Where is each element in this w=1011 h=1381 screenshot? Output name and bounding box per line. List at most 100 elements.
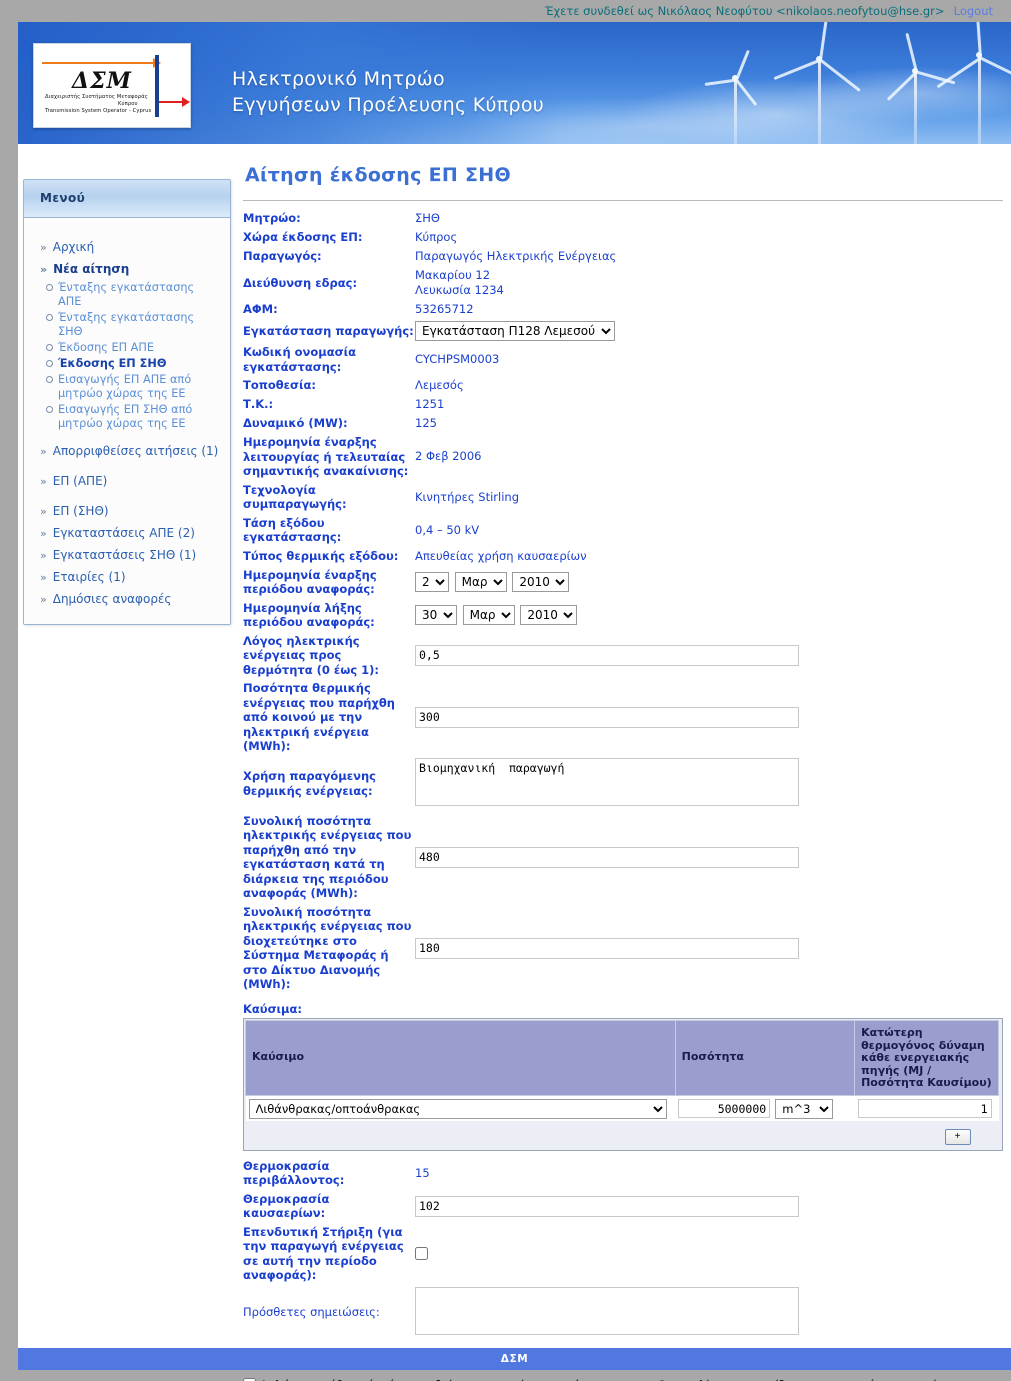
startdate-label: Ημερομηνία έναρξης λειτουργίας ή τελευτα… (243, 435, 409, 478)
period-start-year-select[interactable]: 2010 (512, 572, 570, 592)
sidebar-subitem-label: Ένταξης εγκατάστασης ΣΗΘ (58, 311, 195, 338)
sidebar-subitem-import-go-rse[interactable]: Εισαγωγής ΕΠ ΑΠΕ από μητρώο χώρας της ΕΕ (24, 372, 230, 402)
chevron-double-right-icon: » (40, 527, 47, 540)
period-start-month-select[interactable]: Μαρ (454, 572, 507, 592)
sidebar-subitem-label: Εισαγωγής ΕΠ ΣΗΘ από μητρώο χώρας της ΕΕ (58, 403, 193, 430)
calorific-cell (854, 1095, 999, 1121)
sidebar-item-public-reports[interactable]: » Δημόσιες αναφορές (24, 588, 230, 610)
chevron-double-right-icon: » (40, 445, 47, 458)
sidebar-subitem-issue-go-chp[interactable]: Έκδοσης ΕΠ ΣΗΘ (24, 356, 230, 372)
logo-subtitle-line3: Transmission System Operator - Cyprus (45, 108, 152, 114)
sidebar-subitem-import-go-chp[interactable]: Εισαγωγής ΕΠ ΣΗΘ από μητρώο χώρας της ΕΕ (24, 402, 230, 432)
sidebar-item-home[interactable]: » Αρχική (24, 236, 230, 258)
site-footer: ΔΣΜ (18, 1348, 1011, 1370)
site-banner: ΔΣΜ Διαχειριστής Συστήματος Μεταφοράς Κύ… (18, 22, 1011, 144)
calorific-value-input[interactable] (857, 1099, 992, 1119)
address-line1: Μακαρίου 12 (415, 268, 491, 282)
sidebar-item-label: Εγκαταστάσεις ΣΗΘ (1) (52, 548, 197, 562)
add-fuel-row-button[interactable]: + (944, 1128, 971, 1145)
ratio-input[interactable] (415, 644, 799, 666)
form-row-heatuse: Χρήση παραγόμενης θερμικής ενέργειας: Βι… (243, 756, 1005, 812)
application-form-table-bottom: Θερμοκρασία περιβάλλοντος: 15 Θερμοκρασί… (243, 1157, 1005, 1341)
form-row-postcode: Τ.Κ.: 1251 (243, 395, 1005, 414)
total-grid-input[interactable] (415, 937, 799, 959)
fuel-cell: Λιθάνθρακας/οπτοάνθρακας (245, 1095, 676, 1121)
period-end-day-select[interactable]: 30 (415, 605, 457, 625)
blue-bar-icon (155, 55, 159, 117)
sidebar-item-installations-rse[interactable]: » Εγκαταστάσεις ΑΠΕ (2) (24, 522, 230, 544)
form-row-period-start: Ημερομηνία έναρξης περιόδου αναφοράς: 2 … (243, 566, 1005, 599)
capacity-value: 125 (415, 416, 437, 430)
form-row-period-end: Ημερομηνία λήξης περιόδου αναφοράς: 30 Μ… (243, 599, 1005, 632)
heat-quantity-input[interactable] (415, 706, 799, 728)
chevron-double-right-icon: » (40, 475, 47, 488)
sidebar-subitem-rse-registration[interactable]: Ένταξης εγκατάστασης ΑΠΕ (24, 280, 230, 310)
period-start-day-select[interactable]: 2 (415, 572, 449, 592)
fuel-unit-select[interactable]: m^3 (775, 1098, 834, 1119)
country-label: Χώρα έκδοσης ΕΠ: (243, 230, 363, 245)
page-title: Αίτηση έκδοσης ΕΠ ΣΗΘ (245, 164, 511, 186)
form-row-heattype: Τύπος θερμικής εξόδου: Απευθείας χρήση κ… (243, 547, 1005, 566)
sidebar-subitem-chp-registration[interactable]: Ένταξης εγκατάστασης ΣΗΘ (24, 310, 230, 340)
form-row-totalprod: Συνολική ποσότητα ηλεκτρικής ενέργειας π… (243, 812, 1005, 903)
producer-value: Παραγωγός Ηλεκτρικής Ενέργειας (415, 249, 617, 263)
declaration-row: Δηλώνω υπεύθυνα ότι έχω προβεί στις απαρ… (243, 1377, 1005, 1381)
total-production-input[interactable] (415, 846, 799, 868)
logged-in-user-text: Έχετε συνδεθεί ως Νικόλαος Νεοφύτου <nik… (544, 4, 945, 18)
installation-select[interactable]: Εγκατάσταση Π128 Λεμεσού (415, 321, 615, 341)
form-row-vat: ΑΦΜ: 53265712 (243, 300, 1005, 319)
form-row-support: Επενδυτική Στήριξη (για την παραγωγή ενέ… (243, 1223, 1005, 1285)
bullet-circle-icon (46, 344, 53, 351)
investment-support-checkbox[interactable] (415, 1247, 428, 1260)
sidebar-item-companies[interactable]: » Εταιρίες (1) (24, 566, 230, 588)
startdate-value: 2 Φεβ 2006 (415, 449, 482, 464)
flue-gas-temperature-label: Θερμοκρασία καυσαερίων: (243, 1191, 330, 1221)
fuel-select[interactable]: Λιθάνθρακας/οπτοάνθρακας (248, 1098, 667, 1119)
sidebar-item-label: ΕΠ (ΣΗΘ) (52, 504, 109, 518)
sidebar-item-label: Νέα αίτηση (53, 262, 130, 276)
form-row-address: Διεύθυνση εδρας: Μακαρίου 12 Λευκωσία 12… (243, 266, 1005, 300)
declaration-checkbox[interactable] (243, 1377, 256, 1381)
heatqty-label: Ποσότητα θερμικής ενέργειας που παρήχθη … (243, 681, 395, 753)
sidebar-item-label: Εταιρίες (1) (52, 570, 126, 584)
sidebar-subitem-label: Εισαγωγής ΕΠ ΑΠΕ από μητρώο χώρας της ΕΕ (58, 373, 192, 400)
sidebar-item-go-rse[interactable]: » ΕΠ (ΑΠΕ) (24, 470, 230, 492)
chevron-double-right-icon: » (40, 263, 48, 276)
fuels-header-row: Καύσιμο Ποσότητα Κατώτερη θερμογόνος δύν… (245, 1020, 999, 1096)
period-end-year-select[interactable]: 2010 (520, 605, 578, 625)
fuels-add-row: + (245, 1120, 999, 1149)
sidebar-subitem-issue-go-rse[interactable]: Έκδοσης ΕΠ ΑΠΕ (24, 340, 230, 356)
top-login-bar: Έχετε συνδεθεί ως Νικόλαος Νεοφύτου <nik… (0, 0, 1011, 22)
postcode-label: Τ.Κ.: (243, 397, 274, 412)
period-end-month-select[interactable]: Μαρ (462, 605, 515, 625)
sidebar-item-new-application[interactable]: » Νέα αίτηση (24, 258, 230, 280)
country-value: Κύπρος (415, 230, 458, 244)
bullet-circle-icon (46, 406, 53, 413)
sidebar-item-rejected-applications[interactable]: » Απορριφθείσες αιτήσεις (1) (24, 440, 230, 462)
logout-link[interactable]: Logout (954, 0, 1011, 22)
fuels-label: Καύσιμα: (243, 1001, 302, 1016)
fuels-header-quantity: Ποσότητα (674, 1020, 856, 1096)
orange-arrow-icon (42, 58, 161, 68)
flue-gas-temperature-input[interactable] (415, 1195, 799, 1217)
bullet-circle-icon (46, 314, 53, 321)
sidebar-item-installations-chp[interactable]: » Εγκαταστάσεις ΣΗΘ (1) (24, 544, 230, 566)
sidebar-subitem-label: Ένταξης εγκατάστασης ΑΠΕ (58, 281, 195, 308)
notes-label: Πρόσθετες σημειώσεις: (243, 1305, 380, 1320)
notes-textarea[interactable] (415, 1286, 799, 1335)
menu-spacer (24, 492, 230, 500)
fuel-quantity-input[interactable] (678, 1099, 771, 1118)
sidebar-item-go-chp[interactable]: » ΕΠ (ΣΗΘ) (24, 500, 230, 522)
ambient-temperature-value: 15 (415, 1165, 430, 1180)
bullet-circle-icon (46, 360, 53, 367)
form-row-technology: Τεχνολογία συμπαραγωγής: Κινητήρες Stirl… (243, 481, 1005, 514)
capacity-label: Δυναμικό (MW): (243, 416, 348, 431)
fuels-header-fuel: Καύσιμο (245, 1020, 676, 1096)
heat-use-textarea[interactable]: Βιομηχανική παραγωγή (415, 757, 799, 806)
form-row-fuels-label: Καύσιμα: (243, 994, 1005, 1019)
chevron-double-right-icon: » (40, 549, 47, 562)
form-row-startdate: Ημερομηνία έναρξης λειτουργίας ή τελευτα… (243, 433, 1005, 481)
code-label: Κωδική ονομασία εγκατάστασης: (243, 345, 356, 374)
fuels-table: Καύσιμο Ποσότητα Κατώτερη θερμογόνος δύν… (245, 1020, 999, 1149)
registry-value: ΣΗΘ (415, 211, 440, 225)
